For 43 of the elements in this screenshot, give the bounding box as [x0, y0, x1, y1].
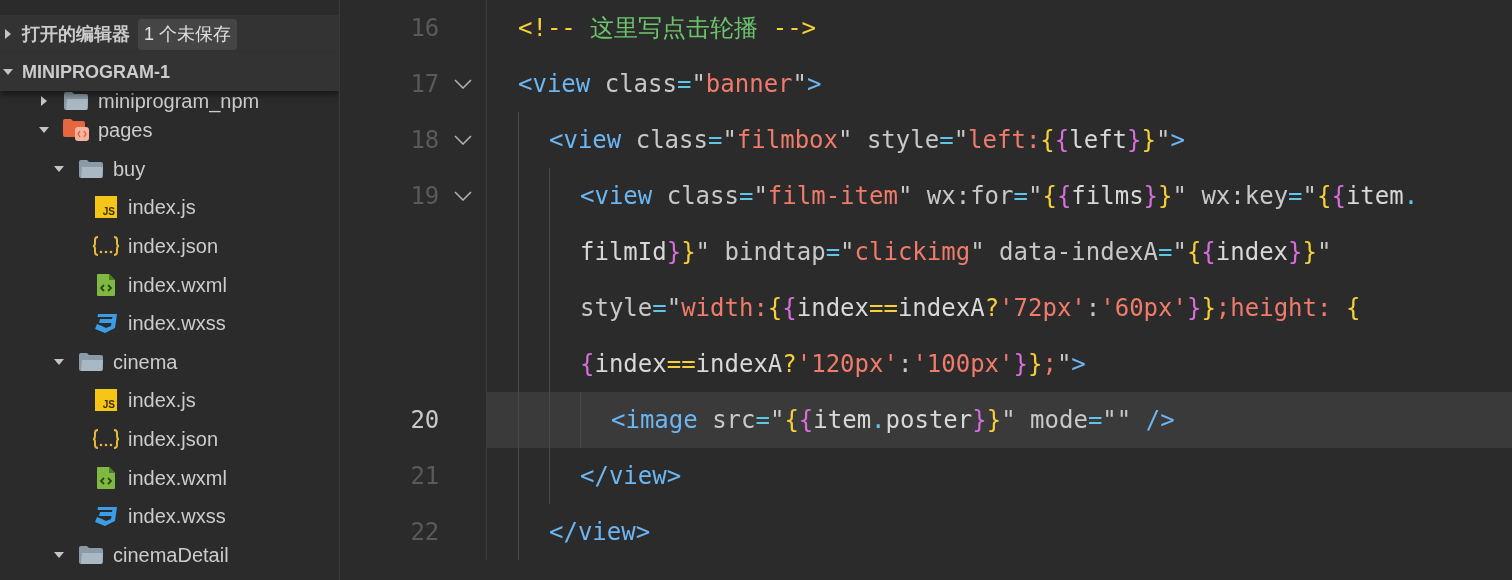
- code-line: filmId}}" bindtap="clickimg" data-indexA="{{index}}": [580, 237, 1332, 268]
- code-file-icon: [96, 272, 116, 297]
- folder-item[interactable]: cinema: [0, 342, 339, 382]
- file-item[interactable]: index.json: [0, 419, 339, 459]
- file-item[interactable]: JS index.js: [0, 381, 339, 420]
- js-file-icon: JS: [95, 196, 117, 219]
- code-line: <view class="film-item" wx:for="{{films}}" wx:key="{{item.: [580, 181, 1419, 212]
- folder-icon: [78, 351, 104, 372]
- folder-icon: [63, 91, 89, 111]
- file-item[interactable]: index.json: [0, 226, 339, 266]
- code-line: </view>: [580, 461, 682, 492]
- folder-icon: [62, 118, 90, 143]
- fold-chevron-icon[interactable]: [453, 191, 472, 201]
- file-item[interactable]: index.wxss: [0, 496, 339, 536]
- folder-item[interactable]: cinemaDetail: [0, 535, 339, 575]
- file-item[interactable]: index.wxml: [0, 265, 339, 304]
- section-header[interactable]: MINIPROGRAM-1: [0, 53, 339, 91]
- code-line: <!-- 这里写点击轮播 -->: [518, 13, 817, 44]
- folder-icon: [78, 544, 104, 565]
- braces-icon: [92, 428, 120, 451]
- code-line: <image src="{{item.poster}}" mode="" />: [611, 405, 1175, 436]
- fold-chevron-icon[interactable]: [453, 135, 472, 145]
- unsaved-count: 1 个未保存: [138, 18, 237, 50]
- css-file-icon: [94, 505, 118, 528]
- folder-item[interactable]: buy: [0, 149, 339, 189]
- line-number: 20: [410, 406, 440, 434]
- code-file-icon: [96, 465, 116, 490]
- folder-icon: [78, 158, 104, 179]
- code-line: {index==indexA?'120px':'100px'}};">: [580, 349, 1086, 380]
- css-file-icon: [94, 312, 118, 335]
- folder-item[interactable]: pages: [0, 111, 339, 150]
- section-header[interactable]: 打开的编辑器 1 个未保存: [0, 15, 339, 53]
- code-line: style="width:{{index==indexA?'72px':'60px'}};height: {: [580, 293, 1361, 324]
- braces-icon: [92, 235, 120, 258]
- file-item[interactable]: index.wxml: [0, 458, 339, 497]
- file-item[interactable]: index.wxss: [0, 303, 339, 343]
- code-line: <view class="banner">: [518, 69, 822, 100]
- file-item[interactable]: JS index.js: [0, 188, 339, 227]
- code-line: </view>: [549, 517, 651, 548]
- folder-item[interactable]: miniprogram_npm: [0, 91, 339, 111]
- js-file-icon: JS: [95, 389, 117, 412]
- code-line: <view class="filmbox" style="left:{{left}}">: [549, 125, 1185, 156]
- fold-chevron-icon[interactable]: [453, 79, 472, 89]
